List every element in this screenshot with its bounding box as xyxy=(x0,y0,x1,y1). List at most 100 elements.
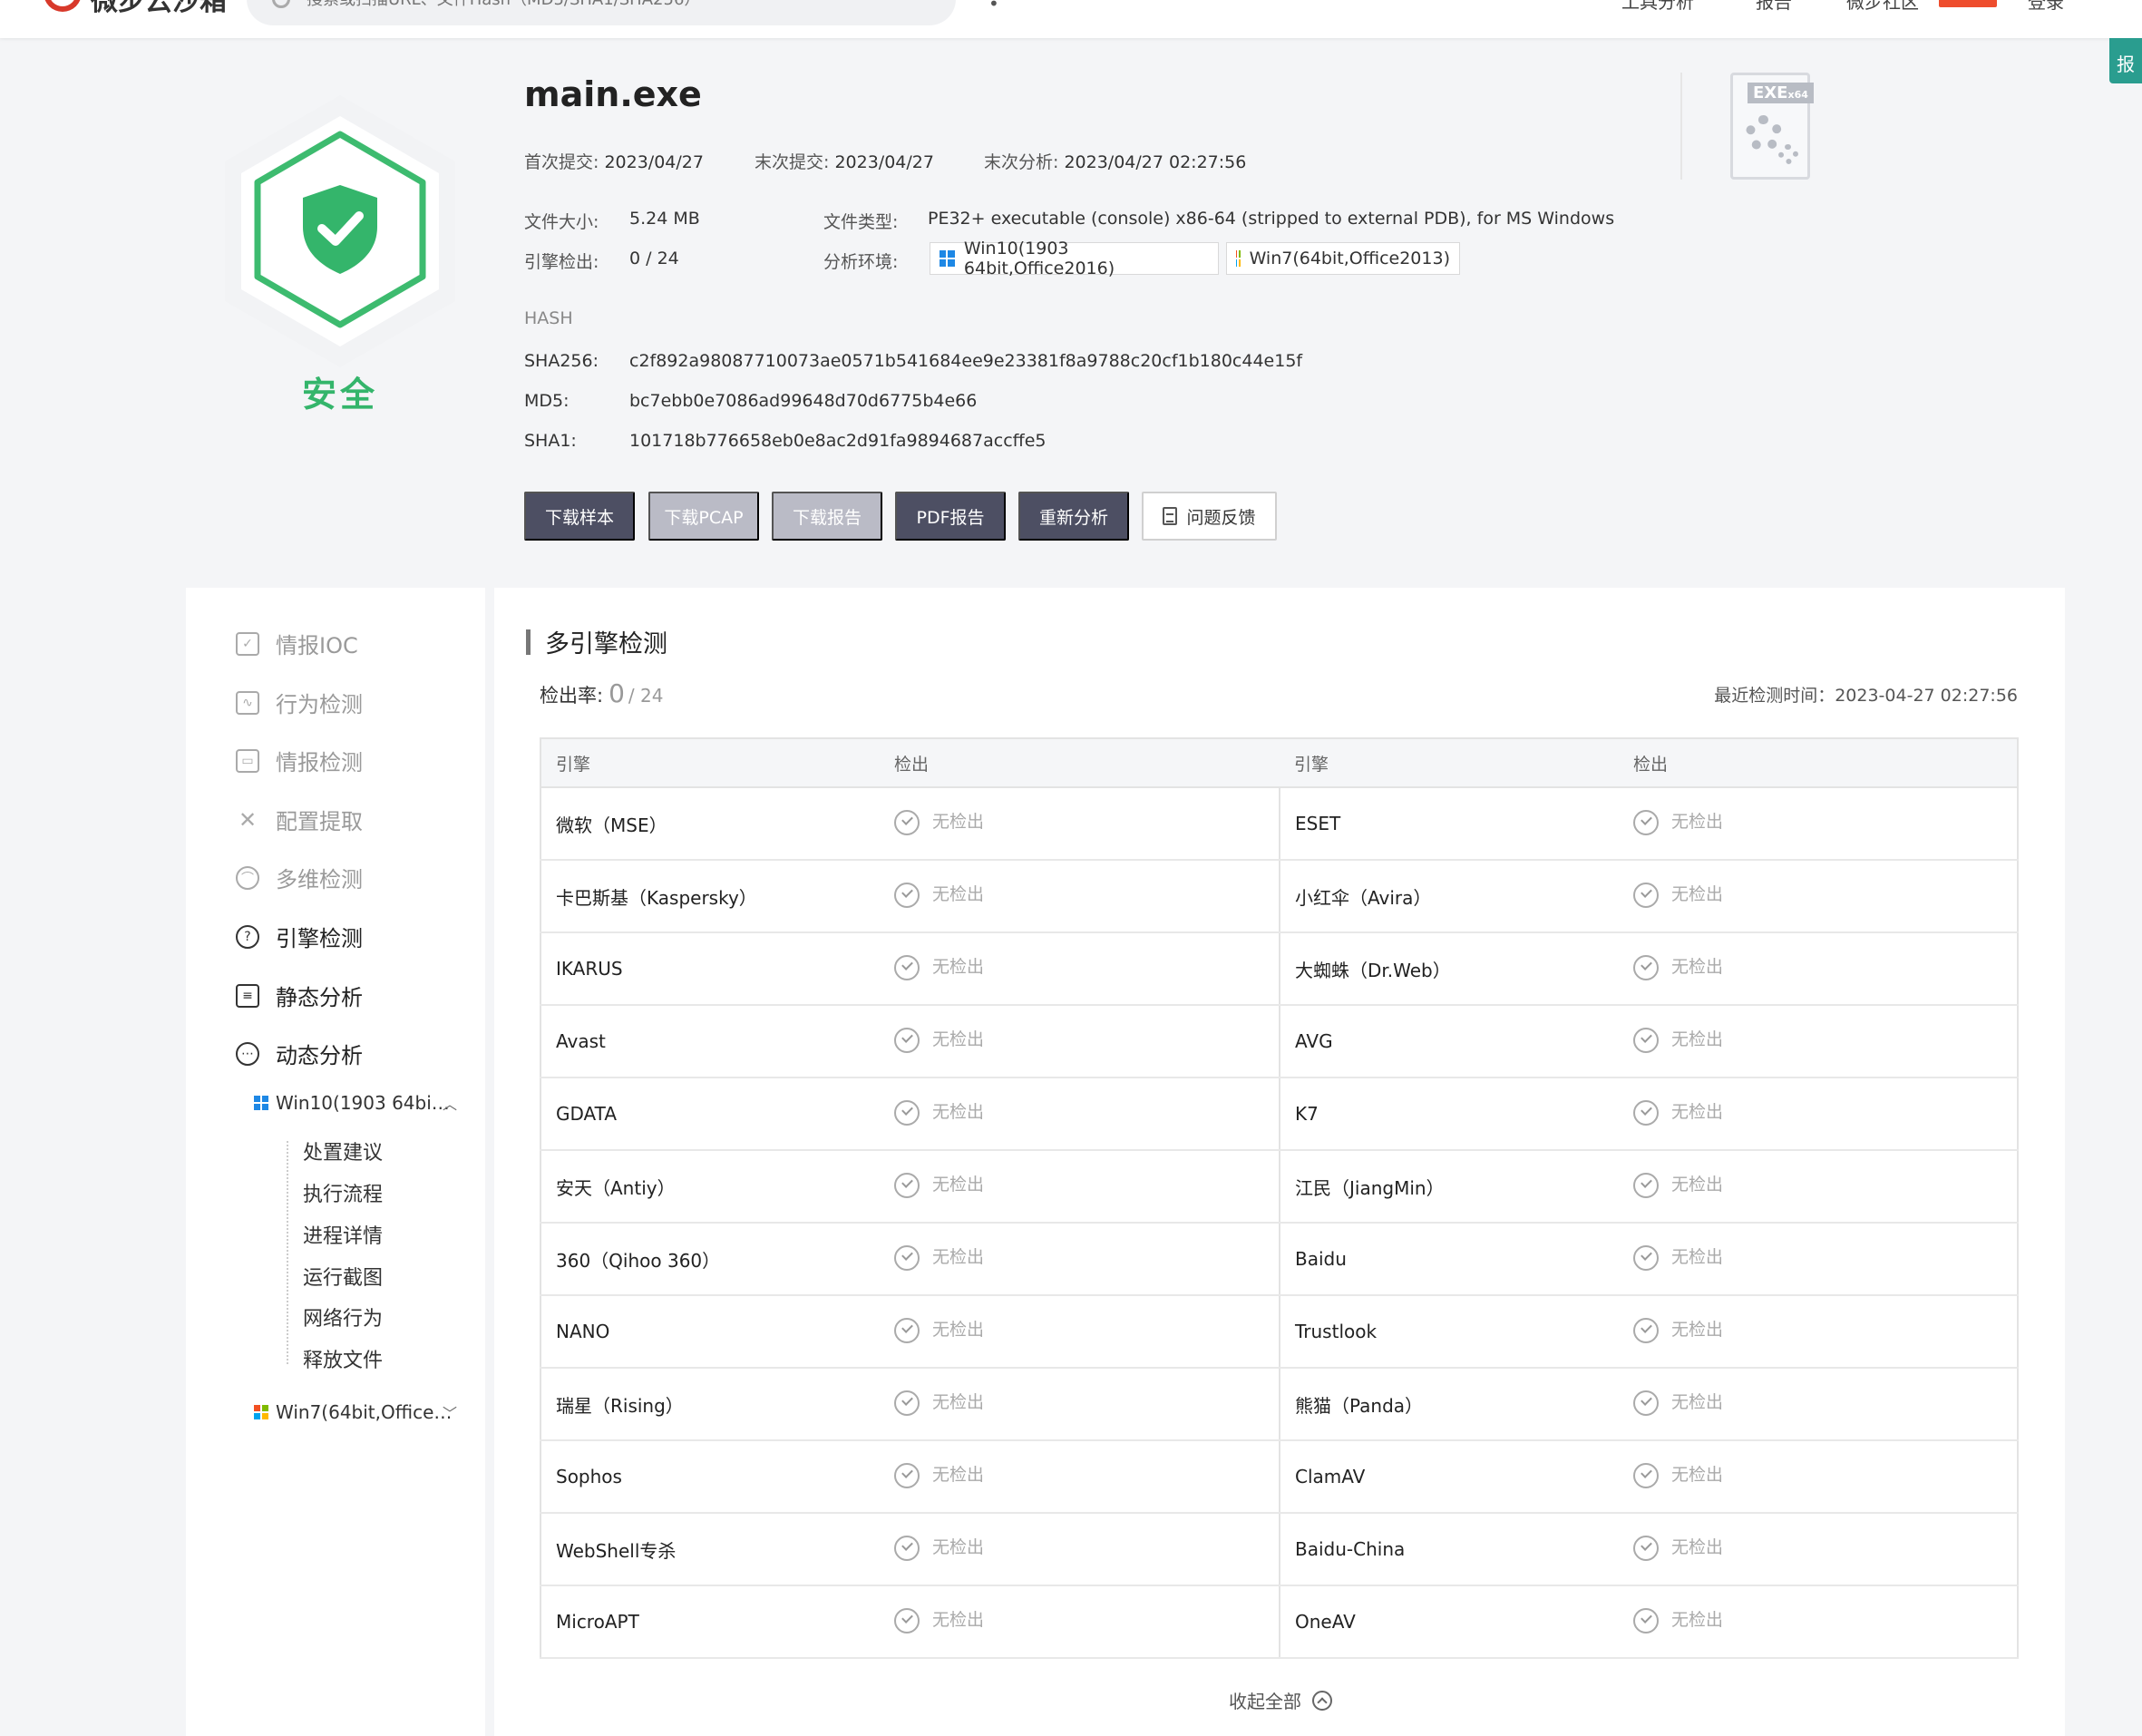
sub-item-network[interactable]: 网络行为 xyxy=(303,1302,383,1331)
chevron-up-circle-icon xyxy=(1312,1690,1332,1711)
result-text: 无检出 xyxy=(1671,884,1724,904)
result-text: 无检出 xyxy=(1671,1392,1724,1412)
engine-name: Sophos xyxy=(540,1440,880,1514)
result-text: 无检出 xyxy=(932,1465,985,1485)
check-circle-icon xyxy=(894,1607,920,1634)
report-side-tab[interactable]: 报 xyxy=(2109,38,2142,83)
engine-result: 无检出 xyxy=(1619,932,2018,1006)
engine-result: 无检出 xyxy=(1619,860,2018,933)
chevron-down-icon[interactable]: ﹀ xyxy=(443,1401,457,1423)
search-bar[interactable] xyxy=(247,0,956,25)
check-circle-icon xyxy=(1633,1535,1659,1561)
result-text: 无检出 xyxy=(1671,1029,1724,1049)
nav-community[interactable]: 微步社区 xyxy=(1846,0,1919,14)
table-row: 安天（Antiy） 无检出 江民（JiangMin） 无检出 xyxy=(540,1150,2018,1224)
table-body: 微软（MSE） 无检出 ESET 无检出 卡巴斯基（Kaspersky） 无检出 小红伞（A… xyxy=(540,787,2018,1659)
result-text: 无检出 xyxy=(932,1029,985,1049)
download-report-button[interactable]: 下载报告 xyxy=(772,492,882,541)
sub-item-dropped[interactable]: 释放文件 xyxy=(303,1344,383,1373)
sub-item-flow[interactable]: 执行流程 xyxy=(303,1178,383,1207)
engine-name: 微软（MSE） xyxy=(540,787,880,861)
sub-item-screenshot[interactable]: 运行截图 xyxy=(303,1262,383,1291)
nav-tools[interactable]: 工具分析 xyxy=(1621,0,1694,14)
engine-name: WebShell专杀 xyxy=(540,1513,880,1586)
result-text: 无检出 xyxy=(932,1320,985,1340)
sidebar-item-multidim[interactable]: ⌒ 多维检测 xyxy=(236,862,363,893)
nav-report[interactable]: 报告 xyxy=(1756,0,1792,14)
logo[interactable]: 微步云沙箱 xyxy=(44,0,227,17)
download-pcap-button[interactable]: 下载PCAP xyxy=(648,492,759,541)
pdf-report-button[interactable]: PDF报告 xyxy=(895,492,1006,541)
engine-name: NANO xyxy=(540,1295,880,1369)
check-circle-icon xyxy=(1633,1027,1659,1053)
sidebar-item-dynamic[interactable]: ⋯ 动态分析 xyxy=(236,1038,363,1069)
engine-result: 无检出 xyxy=(1619,1150,2018,1224)
last-detect-time: 最近检测时间：2023-04-27 02:27:56 xyxy=(1714,686,2018,706)
sidebar-item-engine[interactable]: ? 引擎检测 xyxy=(236,921,363,952)
engine-name: 熊猫（Panda） xyxy=(1280,1368,1619,1441)
check-circle-icon xyxy=(1633,1317,1659,1343)
search-input[interactable] xyxy=(307,0,923,9)
engine-name: Baidu xyxy=(1280,1223,1619,1296)
sidebar-item-intel[interactable]: ▭ 情报检测 xyxy=(236,745,363,776)
table-header: 引擎 检出 引擎 检出 xyxy=(540,738,2018,788)
windows10-icon xyxy=(940,250,955,267)
tools-icon: ✕ xyxy=(238,806,258,833)
search-icon xyxy=(272,0,290,8)
engine-result: 无检出 xyxy=(1619,1295,2018,1369)
check-circle-icon xyxy=(1633,1099,1659,1126)
reanalyze-button[interactable]: 重新分析 xyxy=(1018,492,1129,541)
result-text: 无检出 xyxy=(1671,1465,1724,1485)
sidebar-item-static[interactable]: ≡ 静态分析 xyxy=(236,980,363,1011)
engine-result: 无检出 xyxy=(1619,1368,2018,1441)
table-row: Sophos 无检出 ClamAV 无检出 xyxy=(540,1440,2018,1514)
sidebar-item-config[interactable]: ✕ 配置提取 xyxy=(236,804,363,835)
result-text: 无检出 xyxy=(1671,1175,1724,1195)
nav-login[interactable]: 登录 xyxy=(2028,0,2064,14)
engine-name: 安天（Antiy） xyxy=(540,1150,880,1224)
chevron-up-icon[interactable]: ︿ xyxy=(443,1092,457,1114)
engine-result: 无检出 xyxy=(1619,1223,2018,1296)
check-circle-icon xyxy=(1633,954,1659,980)
logo-text: 微步云沙箱 xyxy=(91,0,227,17)
check-circle-icon xyxy=(894,1244,920,1271)
env-chip-win10[interactable]: Win10(1903 64bit,Office2016) xyxy=(930,239,1219,278)
sidebar-item-ioc[interactable]: ✓ 情报IOC xyxy=(236,628,358,659)
check-circle-icon xyxy=(1633,1607,1659,1634)
shield-check-icon xyxy=(225,95,455,367)
feedback-button[interactable]: 问题反馈 xyxy=(1142,492,1277,541)
table-row: 360（Qihoo 360） 无检出 Baidu 无检出 xyxy=(540,1223,2018,1296)
engine-result: 无检出 xyxy=(1619,787,2018,861)
engine-name: ClamAV xyxy=(1280,1440,1619,1514)
sidebar-env-win7[interactable]: Win7(64bit,Office… xyxy=(254,1401,452,1423)
sub-item-advice[interactable]: 处置建议 xyxy=(303,1136,383,1165)
layout-icon: ▭ xyxy=(236,748,259,773)
col-result: 检出 xyxy=(1619,738,2018,788)
engine-detect-value: 0 / 24 xyxy=(629,249,679,268)
table-row: 瑞星（Rising） 无检出 熊猫（Panda） 无检出 xyxy=(540,1368,2018,1441)
download-sample-button[interactable]: 下载样本 xyxy=(524,492,635,541)
gear-small-icon xyxy=(1778,144,1798,164)
engine-name: Trustlook xyxy=(1280,1295,1619,1369)
engine-panel: 多引擎检测 检出率: 0 / 24 最近检测时间：2023-04-27 02:2… xyxy=(494,588,2065,1736)
nav-marker-icon: • xyxy=(988,0,999,15)
result-text: 无检出 xyxy=(932,1537,985,1557)
engine-result: 无检出 xyxy=(880,1585,1280,1659)
result-text: 无检出 xyxy=(1671,812,1724,832)
file-type-label: 文件类型: xyxy=(823,212,899,232)
sub-item-process[interactable]: 进程详情 xyxy=(303,1220,383,1249)
engine-name: K7 xyxy=(1280,1078,1619,1151)
table-row: 卡巴斯基（Kaspersky） 无检出 小红伞（Avira） 无检出 xyxy=(540,860,2018,933)
collapse-all-button[interactable]: 收起全部 xyxy=(1229,1687,1332,1713)
env-chip-win7[interactable]: Win7(64bit,Office2013) xyxy=(1226,242,1460,275)
engine-name: 小红伞（Avira） xyxy=(1280,860,1619,933)
engine-result: 无检出 xyxy=(880,1005,1280,1078)
title-bar xyxy=(526,629,531,655)
edit-icon: ✓ xyxy=(236,631,259,656)
chart-line-icon: ∿ xyxy=(236,690,259,715)
share-icon: ⋯ xyxy=(236,1041,259,1066)
sidebar-item-behavior[interactable]: ∿ 行为检测 xyxy=(236,687,363,718)
sidebar-env-win10[interactable]: Win10(1903 64bi… xyxy=(254,1092,450,1114)
check-circle-icon xyxy=(1633,1390,1659,1416)
engine-name: 江民（JiangMin） xyxy=(1280,1150,1619,1224)
